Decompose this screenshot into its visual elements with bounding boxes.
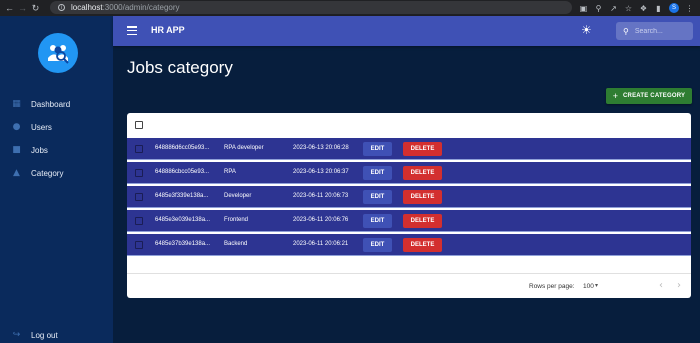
table-row[interactable]: 6485e3e039e138a... Frontend 2023-06-11 2…: [127, 210, 691, 232]
logout-icon: ↪: [12, 329, 21, 340]
previous-page-icon[interactable]: ‹: [659, 280, 663, 291]
select-all-checkbox[interactable]: [135, 121, 143, 129]
browser-toolbar: ← → ↻ i localhost:3000/admin/category ▣ …: [0, 0, 700, 16]
row-id: 648886cbcc05e93...: [155, 169, 210, 175]
category-table: 648886d6cc05e93... RPA developer 2023-06…: [127, 113, 691, 298]
edit-button[interactable]: EDIT: [363, 142, 392, 156]
delete-button[interactable]: DELETE: [403, 142, 442, 156]
app-logo: [38, 33, 78, 73]
delete-button[interactable]: DELETE: [403, 166, 442, 180]
bookmark-star-icon[interactable]: ☆: [624, 4, 633, 13]
delete-button[interactable]: DELETE: [403, 214, 442, 228]
row-date: 2023-06-13 20:06:28: [293, 145, 349, 151]
users-icon: ●: [12, 121, 21, 132]
rows-per-page-label: Rows per page:: [529, 283, 575, 290]
row-name: Developer: [224, 193, 252, 199]
table-row[interactable]: 6485e37b39e138a... Backend 2023-06-11 20…: [127, 234, 691, 256]
table-row[interactable]: 6485e3f339e138a... Developer 2023-06-11 …: [127, 186, 691, 208]
edit-button[interactable]: EDIT: [363, 166, 392, 180]
sidebar-item-label: Dashboard: [31, 99, 71, 109]
app-bar: HR APP ☀ ⚲: [113, 16, 700, 46]
site-info-icon[interactable]: i: [58, 4, 65, 11]
table-row[interactable]: 648886cbcc05e93... RPA 2023-06-13 20:06:…: [127, 162, 691, 184]
menu-dots-icon[interactable]: ⋮: [685, 4, 694, 13]
row-date: 2023-06-11 20:06:76: [293, 217, 349, 223]
row-date: 2023-06-13 20:06:37: [293, 169, 349, 175]
search-box[interactable]: ⚲: [616, 22, 693, 40]
row-date: 2023-06-11 20:06:73: [293, 193, 349, 199]
logout-button[interactable]: ↪ Log out: [12, 327, 58, 343]
row-id: 6485e3f339e138a...: [155, 193, 209, 199]
sidebar: ▦ Dashboard ● Users ■ Jobs ▲ Category ↪ …: [0, 16, 113, 343]
row-name: RPA developer: [224, 145, 264, 151]
zoom-icon[interactable]: ⚲: [594, 4, 603, 13]
sidebar-item-users[interactable]: ● Users: [12, 119, 52, 135]
url-path: :3000/admin/category: [102, 3, 180, 12]
back-icon[interactable]: ←: [3, 0, 16, 16]
page-title: Jobs category: [127, 58, 233, 77]
edit-button[interactable]: EDIT: [363, 238, 392, 252]
app-title: HR APP: [151, 25, 185, 35]
edit-button[interactable]: EDIT: [363, 190, 392, 204]
people-logo-icon: [48, 45, 69, 64]
dashboard-icon: ▦: [12, 98, 21, 109]
chevron-down-icon[interactable]: ▾: [595, 282, 598, 289]
row-id: 6485e37b39e138a...: [155, 241, 211, 247]
sidebar-item-jobs[interactable]: ■ Jobs: [12, 142, 48, 158]
menu-icon[interactable]: [127, 26, 137, 36]
logout-label: Log out: [31, 330, 58, 340]
forward-icon[interactable]: →: [16, 0, 29, 16]
table-header: [127, 113, 691, 138]
sidebar-item-label: Category: [31, 168, 64, 178]
delete-button[interactable]: DELETE: [403, 238, 442, 252]
row-checkbox[interactable]: [135, 193, 143, 201]
extensions-icon[interactable]: ❖: [639, 4, 648, 13]
search-input[interactable]: [634, 27, 685, 35]
sidebar-item-label: Users: [31, 122, 52, 132]
search-icon: ⚲: [623, 26, 629, 36]
next-page-icon[interactable]: ›: [677, 280, 681, 291]
row-checkbox[interactable]: [135, 217, 143, 225]
sidebar-item-category[interactable]: ▲ Category: [12, 165, 63, 181]
profile-avatar[interactable]: S: [669, 3, 679, 13]
rows-per-page-select[interactable]: 100: [583, 283, 594, 290]
row-checkbox[interactable]: [135, 241, 143, 249]
create-category-button[interactable]: + CREATE CATEGORY: [606, 88, 692, 104]
row-name: Frontend: [224, 217, 249, 223]
theme-toggle-icon[interactable]: ☀: [581, 24, 592, 36]
category-icon: ▲: [13, 167, 20, 178]
table-row[interactable]: 648886d6cc05e93... RPA developer 2023-06…: [127, 138, 691, 160]
address-bar[interactable]: i localhost:3000/admin/category: [50, 1, 572, 14]
row-id: 6485e3e039e138a...: [155, 217, 211, 223]
table-pagination: Rows per page: 100 ▾ ‹ ›: [127, 273, 691, 298]
row-name: Backend: [224, 241, 248, 247]
create-category-label: CREATE CATEGORY: [623, 93, 686, 99]
install-icon[interactable]: ▣: [579, 4, 588, 13]
reload-icon[interactable]: ↻: [29, 0, 42, 16]
sidebar-item-dashboard[interactable]: ▦ Dashboard: [12, 96, 70, 112]
sidepanel-icon[interactable]: ▮: [654, 4, 663, 13]
row-id: 648886d6cc05e93...: [155, 145, 210, 151]
row-date: 2023-06-11 20:06:21: [293, 241, 349, 247]
delete-button[interactable]: DELETE: [403, 190, 442, 204]
row-name: RPA: [224, 169, 236, 175]
sidebar-item-label: Jobs: [31, 145, 48, 155]
edit-button[interactable]: EDIT: [363, 214, 392, 228]
plus-icon: +: [612, 90, 619, 101]
briefcase-icon: ■: [12, 144, 21, 155]
url-host: localhost: [71, 3, 103, 12]
share-icon[interactable]: ↗: [609, 4, 618, 13]
row-checkbox[interactable]: [135, 169, 143, 177]
row-checkbox[interactable]: [135, 145, 143, 153]
